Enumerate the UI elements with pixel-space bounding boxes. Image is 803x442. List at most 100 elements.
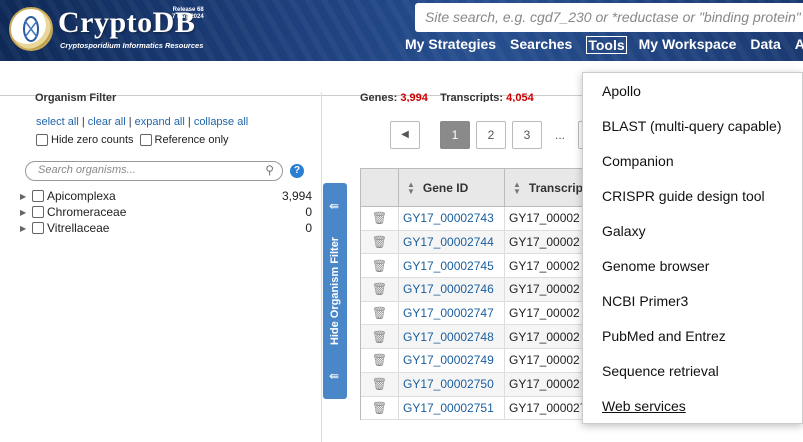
organism-search-placeholder: Search organisms... — [38, 164, 136, 176]
gene-id-link[interactable]: GY17_00002744 — [399, 230, 505, 254]
release-info: Release 68 7 May 2024 — [172, 7, 204, 21]
basket-column-header — [361, 169, 399, 206]
gene-id-header-label: Gene ID — [422, 180, 469, 195]
transcript-id: GY17_00002 — [509, 353, 580, 368]
gene-id-link[interactable]: GY17_00002745 — [399, 254, 505, 278]
filter-title: Organism Filter — [35, 92, 117, 104]
menu-item-apollo[interactable]: Apollo — [583, 73, 802, 108]
gene-id-link[interactable]: GY17_00002751 — [399, 396, 505, 420]
genes-count: 3,994 — [400, 92, 428, 102]
nav-searches[interactable]: Searches — [510, 36, 579, 54]
organism-tree: ▶ Apicomplexa 3,994 ▶ Chromeraceae 0 ▶ V… — [20, 188, 312, 236]
cryptodb-logo-icon[interactable] — [9, 7, 53, 51]
select-all-link[interactable]: select all — [36, 116, 79, 128]
sort-icon[interactable]: ▲ ▼ — [513, 180, 521, 195]
organism-count: 0 — [305, 205, 312, 219]
site-header: CryptoDB Release 68 7 May 2024 Cryptospo… — [0, 0, 803, 61]
release-number: Release 68 — [172, 7, 204, 13]
transcript-id: GY17_00002 — [509, 329, 580, 344]
site-search-input[interactable]: Site search, e.g. cgd7_230 or *reductase… — [415, 3, 803, 32]
reference-only-label: Reference only — [154, 134, 229, 146]
help-icon[interactable]: ? — [290, 164, 304, 178]
basket-icon[interactable]: 🗑 — [361, 325, 399, 349]
expand-all-link[interactable]: expand all — [135, 116, 185, 128]
transcript-id: GY17_00002 — [509, 235, 580, 250]
filter-links: select all | clear all | expand all | co… — [36, 116, 249, 128]
nav-about[interactable]: Ab — [795, 36, 803, 54]
basket-icon[interactable]: 🗑 — [361, 207, 399, 230]
menu-item-companion[interactable]: Companion — [583, 143, 802, 178]
organism-name: Apicomplexa — [47, 189, 116, 203]
organism-checkbox[interactable] — [32, 206, 44, 218]
gene-id-link[interactable]: GY17_00002746 — [399, 278, 505, 301]
expand-arrow-icon[interactable]: ▶ — [20, 224, 32, 233]
basket-icon[interactable]: 🗑 — [361, 301, 399, 325]
tagline: Cryptosporidium Informatics Resources — [60, 41, 204, 50]
basket-icon[interactable]: 🗑 — [361, 278, 399, 301]
organism-name: Chromeraceae — [47, 205, 127, 219]
basket-icon[interactable]: 🗑 — [361, 254, 399, 278]
hide-zero-label: Hide zero counts — [51, 134, 134, 146]
collapse-arrow-icon: ⇚ — [329, 199, 340, 213]
transcript-id: GY17_00002 — [509, 211, 580, 226]
nav-my-strategies[interactable]: My Strategies — [405, 36, 503, 54]
menu-item-web-services[interactable]: Web services — [583, 388, 802, 423]
page-button[interactable]: 1 — [440, 121, 470, 149]
page-button[interactable]: 3 — [512, 121, 542, 149]
organism-search-input[interactable]: Search organisms... ⚲ — [25, 161, 283, 181]
transcript-id: GY17_00002 — [509, 306, 580, 321]
gene-id-link[interactable]: GY17_00002748 — [399, 325, 505, 349]
main-nav: My Strategies Searches Tools My Workspac… — [405, 36, 803, 54]
expand-arrow-icon[interactable]: ▶ — [20, 192, 32, 201]
hide-zero-checkbox[interactable] — [36, 134, 48, 147]
page-button[interactable]: 2 — [476, 121, 506, 149]
organism-count: 0 — [305, 221, 312, 235]
transcripts-count: 4,054 — [506, 92, 534, 102]
menu-item-galaxy[interactable]: Galaxy — [583, 213, 802, 248]
search-icon: ⚲ — [265, 163, 274, 177]
organism-count: 3,994 — [281, 189, 312, 203]
organism-row: ▶ Chromeraceae 0 — [20, 204, 312, 220]
sort-icon[interactable]: ▲ ▼ — [407, 180, 415, 195]
gene-id-link[interactable]: GY17_00002750 — [399, 372, 505, 396]
menu-item-crispr[interactable]: CRISPR guide design tool — [583, 178, 802, 213]
tools-dropdown-menu: Apollo BLAST (multi-query capable) Compa… — [582, 72, 803, 424]
hide-zero-option[interactable]: Hide zero counts — [36, 134, 134, 147]
menu-item-sequence-retrieval[interactable]: Sequence retrieval — [583, 353, 802, 388]
basket-icon[interactable]: 🗑 — [361, 372, 399, 396]
transcript-column-header[interactable]: ▲ ▼ Transcript — [505, 169, 587, 206]
menu-item-blast[interactable]: BLAST (multi-query capable) — [583, 108, 802, 143]
organism-checkbox[interactable] — [32, 190, 44, 202]
transcript-id: GY17_00002 — [509, 258, 580, 273]
transcripts-label: Transcripts: — [440, 92, 504, 102]
gene-id-link[interactable]: GY17_00002747 — [399, 301, 505, 325]
transcript-id: GY17_00002751-t36_1 — [509, 400, 585, 415]
organism-filter-panel: Organism Filter select all | clear all |… — [12, 92, 322, 442]
clear-all-link[interactable]: clear all — [88, 116, 126, 128]
pagination: ◀ 1 2 3 ... 2 — [390, 121, 608, 149]
menu-item-primer3[interactable]: NCBI Primer3 — [583, 283, 802, 318]
filter-options: Hide zero counts Reference only — [36, 134, 229, 147]
basket-icon[interactable]: 🗑 — [361, 230, 399, 254]
collapse-all-link[interactable]: collapse all — [194, 116, 248, 128]
reference-only-checkbox[interactable] — [139, 134, 152, 147]
organism-name: Vitrellaceae — [47, 221, 110, 235]
nav-tools[interactable]: Tools — [586, 36, 627, 54]
organism-checkbox[interactable] — [32, 222, 44, 234]
expand-arrow-icon[interactable]: ▶ — [20, 208, 32, 217]
reference-only-option[interactable]: Reference only — [139, 134, 229, 147]
result-counts: Genes: 3,994 Transcripts: 4,054 — [360, 92, 534, 102]
gene-id-link[interactable]: GY17_00002743 — [399, 207, 505, 230]
transcript-id: GY17_00002 — [509, 282, 580, 297]
basket-icon[interactable]: 🗑 — [361, 396, 399, 420]
gene-id-link[interactable]: GY17_00002749 — [399, 349, 505, 372]
menu-item-genome-browser[interactable]: Genome browser — [583, 248, 802, 283]
basket-icon[interactable]: 🗑 — [361, 349, 399, 372]
previous-page-button[interactable]: ◀ — [390, 121, 420, 149]
menu-item-pubmed[interactable]: PubMed and Entrez — [583, 318, 802, 353]
gene-id-column-header[interactable]: ▲ ▼ Gene ID — [399, 169, 505, 206]
organism-row: ▶ Apicomplexa 3,994 — [20, 188, 312, 204]
nav-my-workspace[interactable]: My Workspace — [639, 36, 744, 54]
nav-data[interactable]: Data — [750, 36, 787, 54]
hide-organism-filter-button[interactable]: ⇚ Hide Organism Filter ⇚ — [323, 183, 347, 399]
